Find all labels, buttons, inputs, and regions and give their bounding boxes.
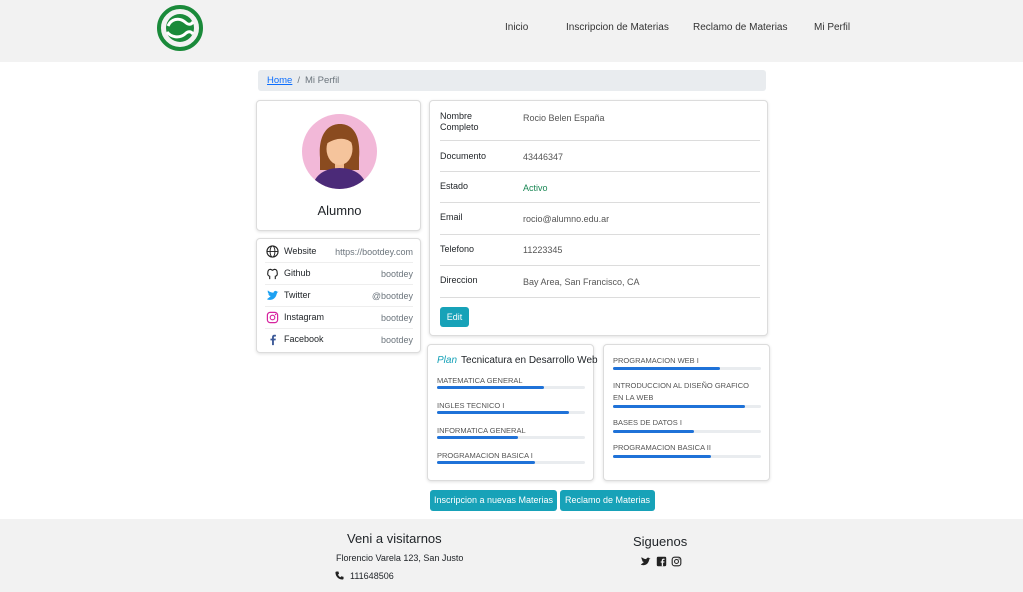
subject-name: PROGRAMACION BASICA II: [613, 443, 711, 452]
breadcrumb: Home / Mi Perfil: [258, 70, 766, 91]
github-icon: [267, 268, 278, 280]
nav-link-inscripcion[interactable]: Inscripcion de Materias: [566, 22, 669, 33]
instagram-icon: [266, 311, 279, 324]
info-label: Documento: [440, 151, 487, 161]
subject-progress-bar: [613, 367, 761, 370]
subject-name: PROGRAMACION WEB I: [613, 356, 699, 365]
footer-visit-title: Veni a visitarnos: [347, 531, 442, 546]
breadcrumb-separator: /: [297, 75, 300, 86]
phone-icon: [335, 571, 344, 580]
info-label: Estado: [440, 181, 469, 191]
profile-card: Alumno: [256, 100, 421, 231]
social-name: Twitter: [284, 290, 311, 300]
breadcrumb-home-link[interactable]: Home: [267, 75, 292, 86]
navbar: Inicio Inscripcion de Materias Reclamo d…: [0, 0, 1023, 62]
footer-follow-title: Siguenos: [633, 534, 688, 549]
footer-phone: 111648506: [350, 571, 394, 581]
facebook-square-icon[interactable]: [656, 556, 667, 567]
reclamo-materias-button[interactable]: Reclamo de Materias: [560, 490, 655, 511]
subject-progress-bar: [613, 455, 761, 458]
social-row-twitter[interactable]: Twitter @bootdey: [265, 285, 413, 307]
subject-progress-fill: [437, 411, 569, 414]
info-value: rocio@alumno.edu.ar: [523, 214, 610, 224]
social-row-github[interactable]: Github bootdey: [265, 263, 413, 285]
subject-progress-bar: [613, 405, 761, 408]
social-row-instagram[interactable]: Instagram bootdey: [265, 307, 413, 329]
student-info-card: Nombre Completo Rocio Belen España Docum…: [429, 100, 768, 336]
social-value: bootdey: [380, 335, 413, 345]
nav-link-mi-perfil[interactable]: Mi Perfil: [814, 22, 850, 33]
footer-address: Florencio Varela 123, San Justo: [336, 553, 464, 563]
info-row-email: Email rocio@alumno.edu.ar: [440, 203, 760, 235]
utn-logo-icon[interactable]: [157, 5, 203, 51]
social-name: Facebook: [284, 334, 324, 344]
subject-progress-fill: [613, 430, 695, 433]
subject-progress-fill: [613, 367, 720, 370]
info-row-direccion: Direccion Bay Area, San Francisco, CA: [440, 266, 760, 298]
info-value: 43446347: [523, 152, 564, 162]
plan-label: Plan: [437, 355, 458, 366]
nav-link-reclamo[interactable]: Reclamo de Materias: [693, 22, 787, 33]
social-name: Github: [284, 268, 311, 278]
info-value: 11223345: [523, 245, 563, 255]
info-row-nombre: Nombre Completo Rocio Belen España: [440, 109, 760, 141]
subject-progress-bar: [437, 411, 585, 414]
social-row-facebook[interactable]: Facebook bootdey: [265, 329, 413, 351]
social-links-card: Website https://bootdey.com Github bootd…: [256, 238, 421, 353]
globe-icon: [266, 245, 279, 258]
info-label: Direccion: [440, 275, 478, 285]
social-value: https://bootdey.com: [335, 247, 413, 257]
instagram-icon[interactable]: [671, 556, 682, 567]
social-value: bootdey: [380, 269, 413, 279]
info-value: Bay Area, San Francisco, CA: [523, 277, 640, 287]
profile-role: Alumno: [317, 203, 362, 218]
facebook-icon: [270, 334, 276, 346]
nav-link-inicio[interactable]: Inicio: [505, 22, 528, 33]
info-row-documento: Documento 43446347: [440, 141, 760, 172]
subject-progress-fill: [437, 436, 519, 439]
subject-progress-fill: [437, 461, 535, 464]
plan-title: Plan Tecnicatura en Desarrollo Web: [437, 355, 598, 366]
info-label: Email: [440, 212, 463, 222]
social-name: Website: [284, 246, 317, 256]
twitter-icon: [266, 290, 279, 300]
social-row-website[interactable]: Website https://bootdey.com: [265, 241, 413, 263]
info-label: Telefono: [440, 244, 475, 254]
status-value: Activo: [523, 183, 548, 193]
inscripcion-nuevas-materias-button[interactable]: Inscripcion a nuevas Materias: [430, 490, 557, 511]
info-label: Nombre Completo: [440, 111, 479, 132]
info-row-telefono: Telefono 11223345: [440, 235, 760, 266]
twitter-icon[interactable]: [640, 556, 651, 567]
edit-button[interactable]: Edit: [440, 307, 469, 327]
info-value: Rocio Belen España: [523, 113, 605, 123]
breadcrumb-current: Mi Perfil: [304, 75, 340, 86]
female-user-avatar: [302, 114, 377, 189]
subject-progress-bar: [437, 461, 585, 464]
social-name: Instagram: [284, 312, 325, 322]
info-row-estado: Estado Activo: [440, 172, 760, 203]
subject-progress-bar: [613, 430, 761, 433]
plan-name: Tecnicatura en Desarrollo Web: [461, 355, 598, 366]
plan-subjects-card-left: Plan Tecnicatura en Desarrollo Web MATEMA…: [427, 344, 598, 481]
subject-progress-fill: [613, 405, 745, 408]
subject-progress-fill: [613, 455, 711, 458]
plan-subjects-card-right: PROGRAMACION WEB I INTRODUCCION AL DISEÑ…: [603, 344, 770, 481]
subject-name: BASES DE DATOS I: [613, 418, 682, 427]
subject-progress-bar: [437, 386, 585, 389]
subject-progress-fill: [437, 386, 544, 389]
social-value: bootdey: [380, 313, 413, 323]
subject-progress-bar: [437, 436, 585, 439]
footer: Veni a visitarnos Florencio Varela 123, …: [0, 519, 1023, 592]
subject-name: INTRODUCCION AL DISEÑO GRAFICO EN LA WEB: [613, 381, 749, 402]
social-value: @bootdey: [371, 291, 413, 301]
